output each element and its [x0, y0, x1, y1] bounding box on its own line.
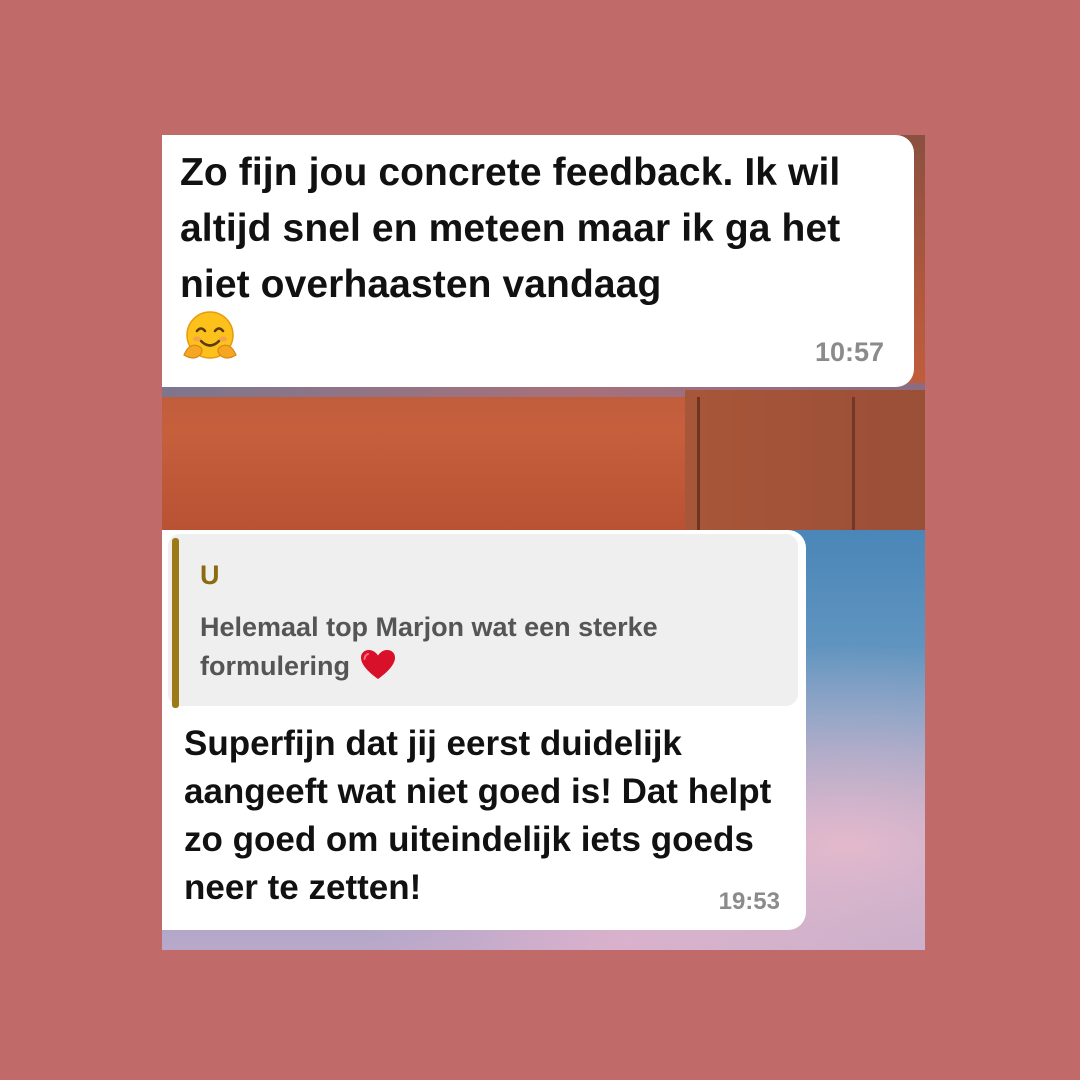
quote-text: Helemaal top Marjon wat een sterke formu… [200, 612, 658, 681]
message-text: Zo fijn jou concrete feedback. Ik wil al… [180, 151, 841, 306]
quoted-reply[interactable]: U Helemaal top Marjon wat een sterke for… [168, 534, 798, 708]
quote-accent-bar [172, 538, 179, 708]
chat-screenshot-one: Zo fijn jou concrete feedback. Ik wil al… [162, 135, 925, 530]
hugging-face-emoji-icon [183, 311, 237, 359]
wallpaper-crease [852, 397, 855, 530]
red-heart-emoji-icon [361, 650, 396, 679]
quote-text-wrapper: Helemaal top Marjon wat een sterke formu… [200, 608, 760, 686]
wallpaper-crease [697, 397, 700, 530]
wallpaper-wall [685, 390, 925, 530]
message-bubble[interactable]: Zo fijn jou concrete feedback. Ik wil al… [162, 135, 914, 387]
message-text: Superfijn dat jij eerst duidelijk aangee… [184, 724, 772, 907]
chat-screenshot-two: U Helemaal top Marjon wat een sterke for… [162, 530, 925, 950]
message-bubble[interactable]: U Helemaal top Marjon wat een sterke for… [162, 530, 806, 930]
message-timestamp: 10:57 [814, 337, 884, 367]
message-timestamp: 19:53 [718, 888, 780, 915]
quote-author: U [200, 560, 220, 590]
